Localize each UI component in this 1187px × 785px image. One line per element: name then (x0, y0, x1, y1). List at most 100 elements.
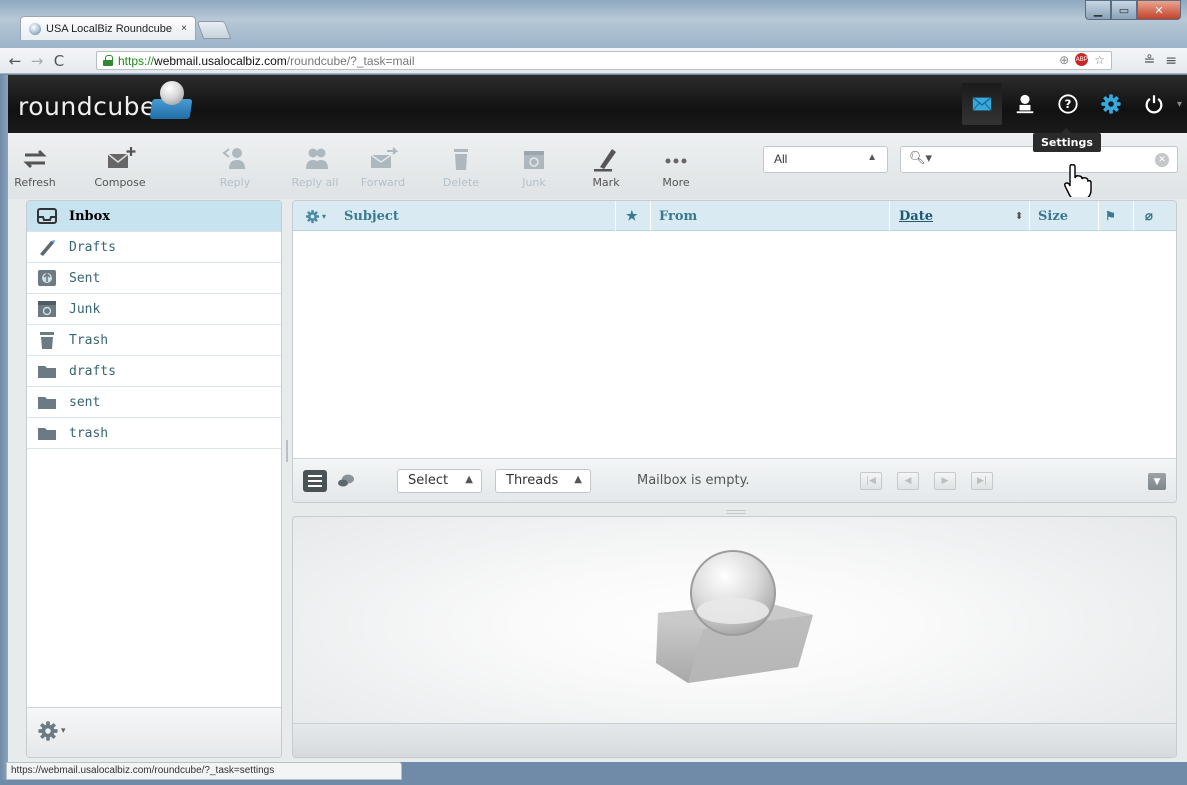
column-from[interactable]: From (659, 201, 697, 231)
menu-icon[interactable]: ≡ (1165, 53, 1177, 69)
column-size[interactable]: Size (1038, 201, 1068, 231)
folder-icon (37, 393, 57, 411)
vertical-splitter[interactable] (286, 440, 288, 462)
search-icon[interactable]: 🔍︎▾ (909, 151, 932, 166)
compose-button[interactable]: Compose (88, 145, 152, 195)
more-button[interactable]: More (654, 145, 698, 195)
url-path: /roundcube/?_task=mail (286, 53, 415, 68)
attachment-icon[interactable]: ⌀ (1145, 201, 1153, 231)
junk-button[interactable]: Junk (514, 145, 554, 195)
more-label: More (662, 176, 690, 189)
roundcube-logo-icon (149, 81, 193, 123)
folder-actions-button[interactable]: ▾ (37, 720, 66, 742)
folder-list-footer: ▾ (27, 707, 281, 757)
tab-close-icon[interactable]: × (181, 23, 187, 34)
sent-icon (37, 269, 57, 287)
url-scheme: https:// (118, 53, 155, 68)
select-dropdown[interactable]: Select ▲ (397, 469, 482, 493)
folder-label: Trash (69, 332, 109, 348)
reply-button[interactable]: Reply (208, 145, 262, 195)
reset-search-icon[interactable]: ✕ (1155, 153, 1169, 167)
folder-item-drafts[interactable]: Drafts (27, 232, 281, 263)
download-icon[interactable]: ≗ (1144, 53, 1156, 69)
chevron-down-icon: ▾ (322, 211, 327, 221)
threads-dropdown[interactable]: Threads ▲ (495, 469, 591, 493)
first-page-button[interactable]: |◀ (860, 472, 882, 490)
back-arrow-icon[interactable]: ← (6, 52, 24, 70)
nav-settings-button[interactable] (1091, 83, 1131, 125)
folder-item-junk[interactable]: Junk (27, 294, 281, 325)
close-window-button[interactable]: ✕ (1137, 0, 1181, 20)
select-label: Select (408, 473, 449, 488)
message-list-footer: Select ▲ Threads ▲ Mailbox is empty. |◀ … (293, 458, 1176, 502)
person-icon (1016, 94, 1034, 114)
forward-label: Forward (360, 176, 406, 189)
minimize-button[interactable]: ▁ (1085, 0, 1111, 20)
collapse-preview-icon[interactable]: ▼ (1148, 473, 1166, 490)
folder-label: Inbox (69, 208, 111, 224)
window-controls: ▁ ▭ ✕ (1085, 0, 1181, 20)
gear-icon (38, 721, 58, 741)
address-bar-row: ← → C https:// webmail.usalocalbiz.com /… (0, 48, 1187, 74)
reload-icon[interactable]: C (50, 52, 68, 70)
chevron-down-icon: ▾ (61, 726, 66, 736)
last-page-button[interactable]: ▶| (971, 472, 993, 490)
folder-item-trash[interactable]: Trash (27, 325, 281, 356)
roundcube-logo: roundcube (18, 92, 156, 121)
column-date[interactable]: Date (899, 201, 933, 231)
nav-contacts-button[interactable] (1005, 83, 1045, 125)
envelope-icon (972, 97, 992, 111)
forward-arrow-icon[interactable]: → (28, 52, 46, 70)
threads-icon[interactable] (335, 471, 357, 491)
search-input[interactable] (931, 149, 1131, 170)
list-options-button[interactable]: ▾ (305, 201, 326, 231)
delete-button[interactable]: Delete (436, 145, 486, 195)
next-page-button[interactable]: ▶ (934, 472, 956, 490)
folder-item-drafts-lower[interactable]: drafts (27, 356, 281, 387)
list-menu-icon[interactable] (303, 470, 327, 492)
maximize-button[interactable]: ▭ (1111, 0, 1137, 20)
pencil-icon (37, 238, 57, 256)
forward-button[interactable]: Forward (354, 145, 412, 195)
reply-all-icon (306, 148, 328, 169)
folder-item-sent[interactable]: Sent (27, 263, 281, 294)
reply-label: Reply (219, 176, 251, 189)
browser-tab[interactable]: USA LocalBiz Roundcube × (20, 16, 196, 40)
bookmark-star-icon[interactable]: ☆ (1094, 53, 1105, 67)
prev-page-button[interactable]: ◀ (897, 472, 919, 490)
folder-label: Drafts (69, 239, 116, 255)
mark-button[interactable]: Mark (584, 145, 628, 195)
horizontal-splitter[interactable] (726, 510, 746, 514)
adblock-icon[interactable]: ABP (1075, 53, 1089, 66)
folder-item-sent-lower[interactable]: sent (27, 387, 281, 418)
help-icon: ? (1058, 94, 1078, 114)
folder-label: Sent (69, 270, 101, 286)
url-input[interactable]: https:// webmail.usalocalbiz.com /roundc… (96, 51, 1112, 70)
flagged-star-icon[interactable]: ★ (626, 201, 638, 231)
forward-icon (370, 147, 399, 168)
nav-logout-button[interactable] (1134, 83, 1174, 125)
folder-item-trash-lower[interactable]: trash (27, 418, 281, 449)
filter-select[interactable]: All ▲ (763, 146, 888, 173)
threads-label: Threads (506, 473, 559, 488)
refresh-button[interactable]: Refresh (8, 145, 62, 195)
zoom-icon[interactable]: ⊕ (1059, 53, 1069, 67)
folder-label: trash (69, 425, 109, 441)
folder-icon (37, 424, 57, 442)
column-subject[interactable]: Subject (344, 201, 399, 231)
hand-cursor-icon (1064, 164, 1092, 197)
chevron-down-icon[interactable]: ▾ (1177, 99, 1187, 110)
roundcube-watermark-icon (656, 550, 813, 683)
folder-item-inbox[interactable]: Inbox (27, 201, 281, 232)
message-list-header: ▾ Subject ★ From Date ⬍ Size ⚑ ⌀ (293, 201, 1176, 231)
lock-icon (103, 55, 113, 66)
svg-text:?: ? (1065, 97, 1072, 111)
nav-mail-button[interactable] (962, 83, 1002, 125)
message-list: ▾ Subject ★ From Date ⬍ Size ⚑ ⌀ Select … (292, 200, 1177, 503)
reply-all-button[interactable]: Reply all (284, 145, 346, 195)
nav-help-button[interactable]: ? (1048, 83, 1088, 125)
select-arrows-icon: ▲ (465, 474, 473, 485)
roundcube-favicon-icon (29, 22, 41, 35)
sort-arrows-icon[interactable]: ⬍ (1015, 201, 1023, 231)
flag-icon[interactable]: ⚑ (1105, 201, 1116, 231)
